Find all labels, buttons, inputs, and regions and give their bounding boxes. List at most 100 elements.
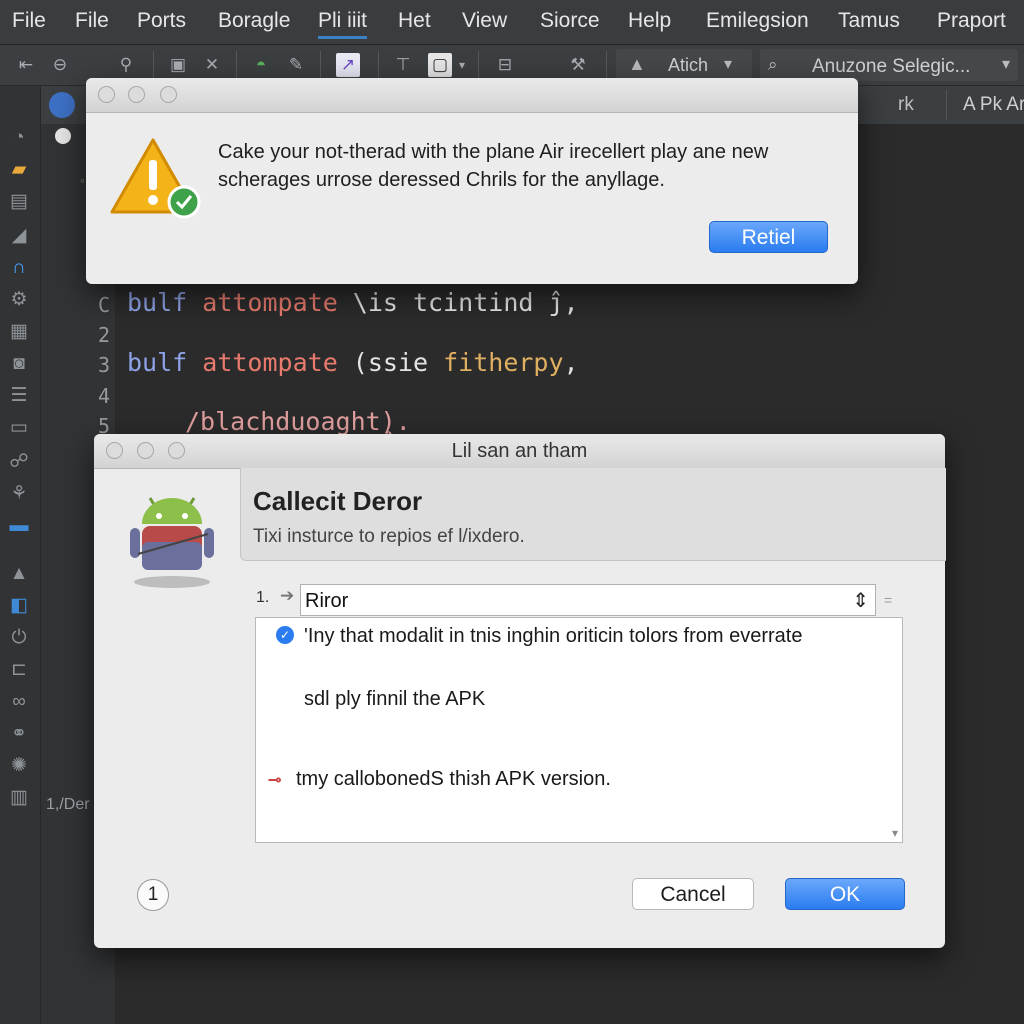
code-text: , [563, 348, 579, 377]
tab-project[interactable]: rk [898, 94, 914, 116]
tab-apk-armol[interactable]: A Pk Armol [963, 94, 1024, 116]
warning-icon [110, 138, 201, 219]
error-icon: ⊸ [268, 772, 282, 789]
check-icon: ✓ [276, 626, 294, 644]
toolbar-divider [236, 51, 237, 79]
favorites-icon[interactable]: ◢ [6, 224, 32, 248]
row-number: 1. [256, 589, 270, 606]
list-item[interactable]: 'Iny that modalit in tnis inghin oritici… [304, 625, 802, 648]
blue-folder-icon[interactable]: ▬ [6, 514, 32, 538]
menu-boragle[interactable]: Boragle [218, 9, 290, 33]
layers-icon[interactable]: ◧ [6, 594, 32, 618]
line-number: 3 [97, 353, 110, 377]
fold-icon[interactable]: ◦ [80, 172, 85, 188]
error-list[interactable]: ✓ 'Iny that modalit in tnis inghin oriti… [255, 617, 903, 843]
dialog-message-line-2: scherages urrose deressed Chrils for the… [218, 169, 665, 191]
power-icon[interactable]: ⏻ [6, 626, 32, 650]
resize-icon[interactable]: = [884, 592, 892, 608]
pin-icon[interactable]: ⚲ [114, 53, 138, 77]
list-item[interactable]: sdl ply finnil the APK [304, 688, 485, 711]
structure-icon[interactable]: ⊤ [391, 53, 415, 77]
code-keyword: bulf [127, 348, 188, 377]
studio-logo-icon [49, 92, 75, 118]
build-icon[interactable]: ⚙ [6, 288, 32, 312]
project-icon[interactable]: ◔ [6, 126, 32, 150]
menu-pli-iiit[interactable]: Pli iiit [318, 9, 368, 39]
window-icon[interactable]: ▣ [166, 53, 190, 77]
code-line-1[interactable]: bulf attompate \is tcintind ĵ, [127, 288, 579, 317]
wrench-icon[interactable]: ⚒ [566, 53, 590, 77]
dialog-heading: Callecit Deror [253, 486, 423, 516]
line-number: C [97, 293, 110, 317]
scroll-arrow-icon[interactable]: ▾ [892, 826, 898, 840]
search-icon: ⌕ [768, 55, 778, 74]
menu-file[interactable]: File [12, 9, 46, 33]
line-number: 4 [97, 384, 110, 408]
collapse-icon[interactable]: ⇤ [14, 53, 38, 77]
menu-praport[interactable]: Praport [937, 9, 1006, 33]
link-icon[interactable]: ∞ [6, 690, 32, 714]
menu-het[interactable]: Het [398, 9, 431, 33]
tab-divider [946, 90, 947, 120]
cancel-button[interactable]: Cancel [632, 878, 754, 910]
tools-icon[interactable]: ✕ [200, 53, 224, 77]
structure-icon[interactable]: ▤ [6, 190, 32, 214]
menu-file-2[interactable]: File [75, 9, 109, 33]
ok-button[interactable]: OK [785, 878, 905, 910]
chevron-down-icon: ▾ [1001, 56, 1010, 73]
code-line-3[interactable]: bulf attompate (ssie fitherpy, [127, 348, 579, 377]
toolbar-divider [320, 51, 321, 79]
line-number: 2 [97, 323, 110, 347]
android-robot-icon [130, 497, 214, 588]
list-item[interactable]: tmy callobonedS thiзh APK version. [296, 768, 611, 791]
headset-icon[interactable]: ∩ [6, 256, 32, 280]
attach-debugger-dropdown[interactable]: ▲ Atich ▾ [616, 49, 752, 81]
error-dialog: Lil san an tham Callecit Deror Tixi inst… [94, 434, 946, 948]
graph-icon[interactable]: ↗ [336, 53, 360, 77]
menu-help[interactable]: Help [628, 9, 671, 33]
dialog-header: Callecit Deror Tixi insturce to repios e… [240, 468, 946, 561]
toolbar-divider [606, 51, 607, 79]
arrow-up-icon[interactable]: ▲ [6, 562, 32, 586]
grid-icon[interactable]: ▦ [6, 320, 32, 344]
retiel-button[interactable]: Retiel [709, 221, 828, 253]
link-icon[interactable]: ⊖ [48, 53, 72, 77]
menu-tamus[interactable]: Tamus [838, 9, 900, 33]
tag-icon[interactable]: ⚭ [6, 722, 32, 746]
status-text: 1,/Der [46, 796, 90, 813]
error-type-select[interactable]: Riror ⇕ [300, 584, 876, 616]
toolbar-divider [153, 51, 154, 79]
minimize-button[interactable] [128, 86, 145, 103]
clipboard-icon[interactable]: ⊟ [493, 53, 517, 77]
split-icon[interactable]: ⊏ [6, 658, 32, 682]
device-selector-dropdown[interactable]: ⌕ Anuzone Selegic... ▾ [760, 49, 1018, 81]
menu-view[interactable]: View [462, 9, 507, 33]
camera-icon[interactable]: ◙ [6, 352, 32, 376]
device-selector-label: Anuzone Selegic... [812, 56, 971, 77]
close-button[interactable] [98, 86, 115, 103]
code-keyword: bulf [127, 288, 188, 317]
menu-ports[interactable]: Ports [137, 9, 186, 33]
android-icon[interactable]: ◓ [249, 53, 273, 77]
folder-icon[interactable]: ▰ [6, 158, 32, 182]
profiler-icon[interactable]: ✺ [6, 754, 32, 778]
menu-emilegsion[interactable]: Emilegsion [706, 9, 809, 33]
code-text: (ssie [337, 348, 444, 377]
warning-dialog: Cake your not-therad with the plane Air … [86, 78, 858, 284]
help-button[interactable]: 1 [137, 879, 169, 911]
zoom-button[interactable] [160, 86, 177, 103]
device-icon[interactable]: ▢ [428, 53, 452, 77]
pencil-icon[interactable]: ✎ [284, 53, 308, 77]
bug-icon[interactable]: ⚘ [6, 482, 32, 506]
device-file-icon[interactable]: ▥ [6, 786, 32, 810]
menu-siorce[interactable]: Siorce [540, 9, 600, 33]
dropdown-arrow-icon[interactable]: ▾ [450, 53, 474, 77]
people-icon[interactable]: ☍ [6, 450, 32, 474]
list-icon[interactable]: ☰ [6, 384, 32, 408]
toolbar-divider [478, 51, 479, 79]
toolbar-divider [378, 51, 379, 79]
code-line-5[interactable]: /blachduoaghtຸ). [185, 407, 411, 436]
attach-label: Atich [668, 55, 709, 75]
terminal-icon[interactable]: ▭ [6, 416, 32, 440]
breakpoint-icon[interactable] [55, 128, 71, 144]
